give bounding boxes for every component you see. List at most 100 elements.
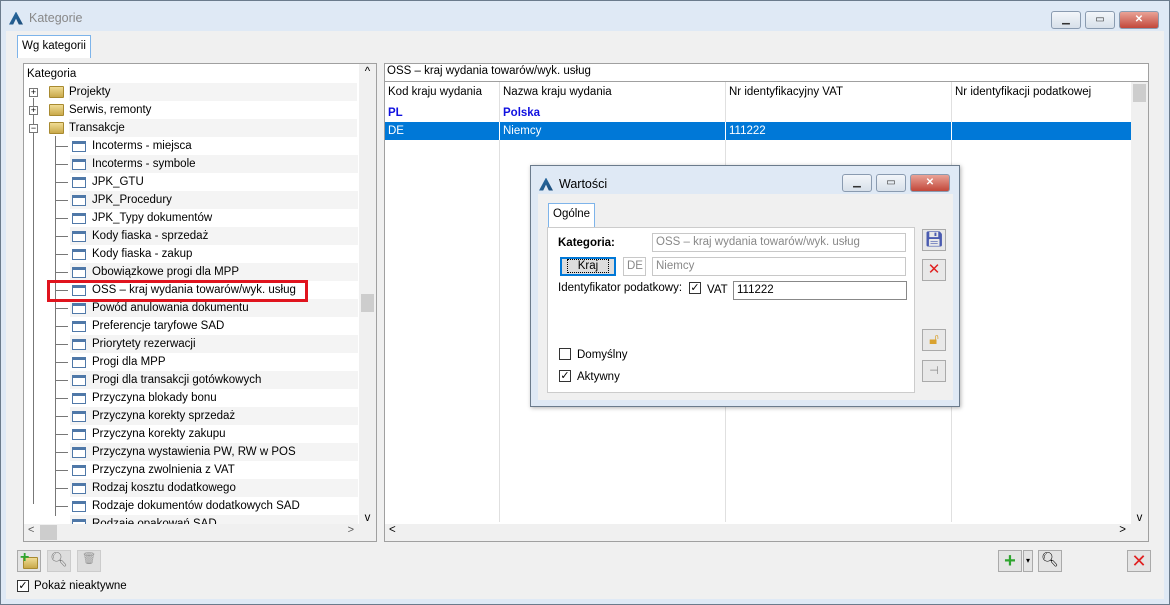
domyslny-label: Domyślny xyxy=(577,349,628,361)
tree-vertical-scrollbar[interactable]: ^ v xyxy=(359,64,376,524)
table-icon xyxy=(72,465,86,476)
expand-icon[interactable]: + xyxy=(29,106,38,115)
kraj-name-field: Niemcy xyxy=(652,257,906,276)
tree-item[interactable]: Kody fiaska - zakup xyxy=(70,245,358,263)
aktywny-label: Aktywny xyxy=(577,371,620,383)
tree-item[interactable]: Incoterms - symbole xyxy=(70,155,358,173)
search-icon[interactable]: 🔍︎ xyxy=(47,550,71,572)
tree-item[interactable]: Przyczyna zwolnienia z VAT xyxy=(70,461,358,479)
table-icon xyxy=(72,357,86,368)
kraj-button[interactable]: Kraj xyxy=(560,257,616,276)
tree-item-label: Progi dla transakcji gotówkowych xyxy=(92,374,262,386)
tree-item-label: Progi dla MPP xyxy=(92,356,166,368)
dialog-close-button[interactable]: ✕ xyxy=(910,174,950,192)
tree-item[interactable]: Kody fiaska - sprzedaż xyxy=(70,227,358,245)
tree-folder[interactable]: Transakcje xyxy=(69,119,357,137)
grid-horizontal-scrollbar[interactable]: < > xyxy=(385,524,1148,541)
tree-horizontal-scrollbar[interactable]: < > xyxy=(24,524,376,541)
tree-folder-label: Transakcje xyxy=(69,122,125,134)
table-icon xyxy=(72,267,86,278)
vat-checkbox[interactable]: ✓ xyxy=(689,282,701,294)
cancel-x-icon[interactable]: ✕ xyxy=(922,259,946,281)
maximize-button[interactable]: ▭ xyxy=(1085,11,1115,29)
column-header[interactable]: Kod kraju wydania xyxy=(388,86,482,98)
delete-trash-icon[interactable]: 🗑︎ xyxy=(77,550,101,572)
tree-item[interactable]: Incoterms - miejsca xyxy=(70,137,358,155)
table-icon xyxy=(72,483,86,494)
tab-wg-kategorii[interactable]: Wg kategorii xyxy=(17,35,91,58)
unlock-icon[interactable]: 🔓︎ xyxy=(922,329,946,351)
dialog-minimize-button[interactable]: ▁ xyxy=(842,174,872,192)
save-icon[interactable]: 💾︎ xyxy=(922,229,946,251)
tree-item[interactable]: Priorytety rezerwacji xyxy=(70,335,358,353)
cell: Polska xyxy=(503,107,541,119)
close-button[interactable]: ✕ xyxy=(1119,11,1159,29)
folder-icon xyxy=(49,104,64,116)
table-icon xyxy=(72,213,86,224)
table-icon xyxy=(72,321,86,332)
tree-folder[interactable]: Serwis, remonty xyxy=(69,101,357,119)
expand-icon[interactable]: + xyxy=(29,88,38,97)
kraj-button-label: Kraj xyxy=(566,259,610,273)
tree-item[interactable]: JPK_Typy dokumentów xyxy=(70,209,358,227)
kategoria-field: OSS – kraj wydania towarów/wyk. usług xyxy=(652,233,906,252)
minimize-button[interactable]: ▁ xyxy=(1051,11,1081,29)
table-icon xyxy=(72,303,86,314)
tree-folder-label: Projekty xyxy=(69,86,111,98)
tree-item-label: Kody fiaska - zakup xyxy=(92,248,193,260)
tree-item[interactable]: Przyczyna korekty sprzedaż xyxy=(70,407,358,425)
vat-input[interactable]: 111222 xyxy=(733,281,907,300)
search-value-button[interactable]: 🔍︎ xyxy=(1038,550,1062,572)
pin-icon[interactable]: ⊣ xyxy=(922,360,946,382)
tree-item[interactable]: JPK_GTU xyxy=(70,173,358,191)
tab-ogolne[interactable]: Ogólne xyxy=(548,203,596,227)
tree-item[interactable]: Przyczyna wystawienia PW, RW w POS xyxy=(70,443,358,461)
add-dropdown-chevron-icon[interactable]: ▾ xyxy=(1023,550,1033,572)
table-icon xyxy=(72,411,86,422)
tree-item[interactable]: Przyczyna blokady bonu xyxy=(70,389,358,407)
show-inactive-checkbox[interactable]: ✓ xyxy=(17,580,29,592)
table-row[interactable]: PL Polska xyxy=(385,104,1131,122)
tree-item-label: Przyczyna korekty sprzedaż xyxy=(92,410,236,422)
table-icon xyxy=(72,141,86,152)
grid-vertical-scrollbar[interactable]: v xyxy=(1131,82,1148,524)
folder-icon xyxy=(49,86,64,98)
show-inactive-label: Pokaż nieaktywne xyxy=(34,580,127,592)
tree-item[interactable]: Rodzaje dokumentów dodatkowych SAD xyxy=(70,497,358,515)
kraj-code-field: DE xyxy=(623,257,646,276)
collapse-icon[interactable]: − xyxy=(29,124,38,133)
column-header[interactable]: Nazwa kraju wydania xyxy=(503,86,612,98)
tree-item[interactable]: Obowiązkowe progi dla MPP xyxy=(70,263,358,281)
tree-folder[interactable]: Projekty xyxy=(69,83,357,101)
table-icon xyxy=(72,249,86,260)
tree-item[interactable]: Progi dla MPP xyxy=(70,353,358,371)
dialog-title: Wartości xyxy=(559,177,608,191)
add-category-button[interactable]: + xyxy=(17,549,41,572)
table-icon xyxy=(72,339,86,350)
tree-item[interactable]: Rodzaj kosztu dodatkowego xyxy=(70,479,358,497)
tree-item-label: Obowiązkowe progi dla MPP xyxy=(92,266,240,278)
domyslny-checkbox[interactable] xyxy=(559,348,571,360)
tree-item-label: Przyczyna korekty zakupu xyxy=(92,428,226,440)
column-header[interactable]: Nr identyfikacji podatkowej xyxy=(955,86,1091,98)
column-header[interactable]: Nr identyfikacyjny VAT xyxy=(729,86,843,98)
aktywny-checkbox[interactable]: ✓ xyxy=(559,370,571,382)
tree-item-label: JPK_GTU xyxy=(92,176,144,188)
close-window-x-icon[interactable]: ✕ xyxy=(1127,550,1151,572)
tree-item[interactable]: Preferencje taryfowe SAD xyxy=(70,317,358,335)
table-row-selected[interactable]: DE Niemcy 111222 xyxy=(385,122,1131,140)
tree-item-label: Incoterms - miejsca xyxy=(92,140,192,152)
vat-label: VAT xyxy=(707,284,728,296)
table-icon xyxy=(72,231,86,242)
dialog-maximize-button[interactable]: ▭ xyxy=(876,174,906,192)
tree-item-label: Incoterms - symbole xyxy=(92,158,196,170)
cell: DE xyxy=(388,125,404,137)
tree-item-label: JPK_Typy dokumentów xyxy=(92,212,213,224)
add-value-button[interactable]: + xyxy=(998,550,1022,572)
table-icon xyxy=(72,375,86,386)
title-text: Kategorie xyxy=(29,11,83,25)
tree-item[interactable]: Progi dla transakcji gotówkowych xyxy=(70,371,358,389)
tree-item[interactable]: Przyczyna korekty zakupu xyxy=(70,425,358,443)
tree-item[interactable]: JPK_Procedury xyxy=(70,191,358,209)
table-icon xyxy=(72,501,86,512)
